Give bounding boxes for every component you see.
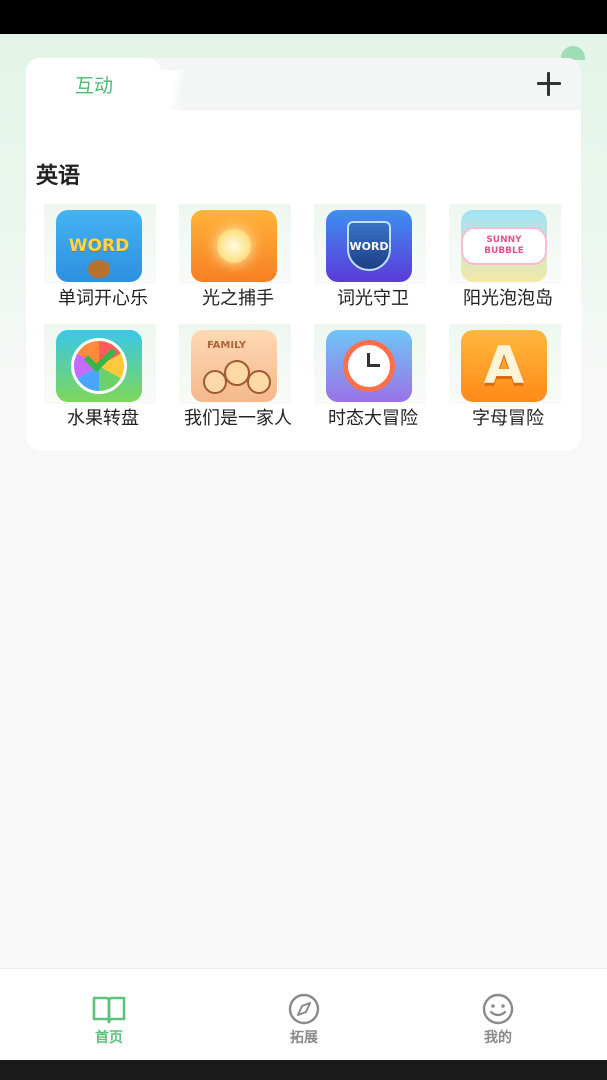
- app-item-family[interactable]: FAMILY 我们是一家人: [163, 324, 295, 434]
- face-icon: [247, 370, 271, 394]
- app-label: 我们是一家人: [184, 408, 292, 429]
- nav-label: 首页: [95, 1030, 123, 1046]
- alarm-clock-icon: [326, 330, 412, 402]
- fruit-wheel-icon: [56, 330, 142, 402]
- content-card: 互动 英语 WORD 单词开心乐 光之捕手 WORD 词光守卫 SUNNY BU…: [26, 58, 581, 450]
- tab-label: 互动: [74, 74, 113, 97]
- app-label: 阳光泡泡岛: [463, 288, 553, 309]
- app-item-tense-adventure[interactable]: 时态大冒险: [298, 324, 430, 434]
- sun-icon: [217, 229, 251, 263]
- nav-explore[interactable]: 拓展: [240, 969, 360, 1061]
- app-label: 时态大冒险: [328, 408, 418, 429]
- section-title: 英语: [36, 164, 81, 189]
- app-item-letter-adventure[interactable]: A 字母冒险: [433, 324, 565, 434]
- check-icon: [83, 339, 117, 373]
- nav-label: 拓展: [290, 1030, 318, 1046]
- sun-catcher-icon: [191, 210, 277, 282]
- app-label: 字母冒险: [472, 408, 544, 429]
- icon-text: FAMILY: [207, 340, 247, 351]
- app-label: 单词开心乐: [58, 288, 148, 309]
- app-label: 水果转盘: [67, 408, 139, 429]
- compass-icon: [288, 993, 320, 1025]
- app-label: 光之捕手: [202, 288, 274, 309]
- add-icon[interactable]: [535, 70, 563, 98]
- word-shield-icon: WORD: [326, 210, 412, 282]
- app-item-sun-catcher[interactable]: 光之捕手: [163, 204, 295, 314]
- happy-word-icon: WORD: [56, 210, 142, 282]
- wheel-icon: [71, 338, 127, 394]
- app-item-sunny-bubble[interactable]: SUNNY BUBBLE 阳光泡泡岛: [433, 204, 565, 314]
- nav-home[interactable]: 首页: [45, 969, 165, 1061]
- letter-a-icon: A: [461, 330, 547, 402]
- nav-label: 我的: [484, 1030, 512, 1046]
- smiley-icon: [482, 993, 514, 1025]
- app-item-word-guard[interactable]: WORD 词光守卫: [298, 204, 430, 314]
- bear-icon: [88, 260, 110, 278]
- icon-text: WORD: [68, 236, 130, 256]
- app-item-happy-word[interactable]: WORD 单词开心乐: [28, 204, 160, 314]
- clock-face: [343, 340, 395, 392]
- app-item-fruit-wheel[interactable]: 水果转盘: [28, 324, 160, 434]
- nav-profile[interactable]: 我的: [434, 969, 554, 1061]
- family-icon: FAMILY: [191, 330, 277, 402]
- tab-interactive[interactable]: 互动: [26, 58, 188, 110]
- icon-text: A: [483, 336, 525, 396]
- book-icon: [92, 996, 126, 1024]
- bottom-navigation: 首页 拓展 我的: [0, 968, 607, 1061]
- system-navigation-bar: [0, 1060, 607, 1080]
- app-label: 词光守卫: [337, 288, 409, 309]
- sunny-bubble-icon: SUNNY BUBBLE: [461, 210, 547, 282]
- icon-text: SUNNY BUBBLE: [461, 227, 547, 265]
- status-bar: [0, 0, 607, 34]
- shield-icon: WORD: [347, 221, 391, 271]
